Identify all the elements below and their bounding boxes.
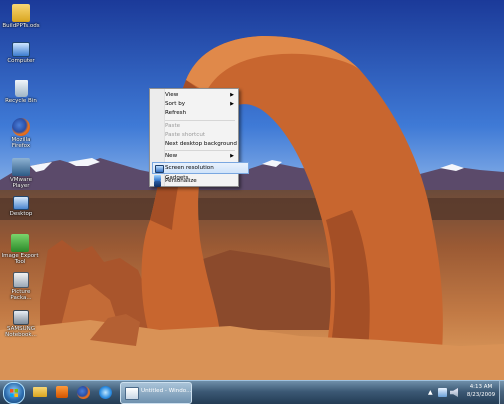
menu-item-refresh[interactable]: Refresh	[164, 108, 237, 118]
menu-item-label: Paste	[165, 123, 181, 129]
menu-item-label: Personalize	[165, 178, 197, 184]
desktop-icon-label: Desktop	[9, 211, 33, 217]
menu-item-label: Paste shortcut	[165, 132, 206, 138]
desktop-icon-picture-package[interactable]: Picture Packa...	[2, 272, 40, 301]
desktop-icon-recycle-bin[interactable]: Recycle Bin	[2, 80, 40, 104]
taskbar-window-untitled[interactable]: Untitled - Windo...	[120, 382, 192, 404]
desktop-icon-label: Picture Packa...	[10, 289, 32, 301]
image-export-icon	[11, 234, 29, 252]
samsung-icon	[13, 310, 29, 325]
desktop-icon-desktop[interactable]: Desktop	[2, 196, 40, 217]
desktop-icon-label: SAMSUNG Notebook...	[5, 326, 37, 338]
computer-icon	[12, 42, 30, 57]
start-button[interactable]	[3, 382, 25, 404]
menu-item-label: Next desktop background	[165, 141, 237, 147]
clock-time: 4:13 AM	[469, 384, 493, 390]
desktop-icon-label: Computer	[7, 58, 35, 64]
menu-item-label: Refresh	[165, 110, 187, 116]
firefox-icon	[77, 386, 90, 399]
desktop-icon-buildppts[interactable]: BuildPPTs.ods	[2, 4, 40, 29]
submenu-arrow-icon: ▶	[230, 153, 234, 159]
menu-item-screen-resolution[interactable]: Screen resolution	[152, 162, 249, 174]
menu-item-next-desktop-background[interactable]: Next desktop background	[164, 139, 237, 149]
internet-explorer-icon	[99, 386, 112, 399]
desktop-icon-samsung[interactable]: SAMSUNG Notebook...	[2, 310, 40, 338]
desktop[interactable]: BuildPPTs.ods Computer Recycle Bin Mozil…	[0, 0, 504, 404]
wallpaper-delicate-arch	[0, 36, 504, 380]
desktop-context-menu: View ▶ Sort by ▶ Refresh Paste Paste sho…	[149, 88, 249, 187]
desktop-icon-label: VMware Player	[10, 177, 32, 189]
firefox-icon	[12, 118, 30, 136]
menu-item-label: Sort by	[165, 101, 186, 107]
folder-icon	[12, 4, 30, 22]
menu-item-new[interactable]: New ▶	[164, 151, 237, 161]
show-hidden-icons-icon[interactable]: ▲	[428, 389, 433, 396]
show-desktop-button[interactable]	[499, 381, 504, 404]
paint-icon	[125, 387, 139, 400]
vmware-icon	[12, 158, 30, 176]
desktop-icon-label: Mozilla Firefox	[11, 137, 31, 149]
desktop-icon-image-export-tool[interactable]: Image Export Tool	[0, 234, 40, 265]
taskbar-explorer-button[interactable]	[30, 383, 50, 401]
monitor-icon	[13, 196, 29, 210]
clock-date: 8/23/2009	[466, 392, 496, 398]
desktop-icon-label: BuildPPTs.ods	[2, 23, 40, 29]
desktop-icon-label: Image Export Tool	[1, 253, 39, 265]
desktop-icon-computer[interactable]: Computer	[2, 42, 40, 64]
volume-icon[interactable]	[450, 388, 458, 397]
menu-item-personalize[interactable]: Personalize	[154, 178, 237, 187]
media-player-icon	[56, 386, 68, 398]
folder-icon	[33, 387, 47, 397]
desktop-icon-vmware[interactable]: VMware Player	[2, 158, 40, 189]
monitor-icon	[155, 165, 164, 173]
menu-item-label: Screen resolution	[165, 165, 214, 171]
picture-package-icon	[13, 272, 29, 288]
network-icon[interactable]	[438, 388, 447, 397]
desktop-icon-label: Recycle Bin	[5, 98, 37, 104]
taskbar-ie-button[interactable]	[96, 383, 116, 401]
windows-logo-icon	[10, 389, 18, 397]
taskbar-clock[interactable]: 4:13 AM 8/23/2009	[462, 383, 500, 399]
personalize-icon	[154, 181, 161, 187]
recycle-bin-icon	[14, 80, 28, 97]
menu-item-label: View	[165, 92, 179, 98]
taskbar-media-player-button[interactable]	[52, 383, 72, 401]
taskbar-firefox-button[interactable]	[74, 383, 94, 401]
taskbar-window-label: Untitled - Windo...	[141, 388, 192, 394]
desktop-icon-firefox[interactable]: Mozilla Firefox	[2, 118, 40, 149]
menu-item-label: New	[165, 153, 178, 159]
